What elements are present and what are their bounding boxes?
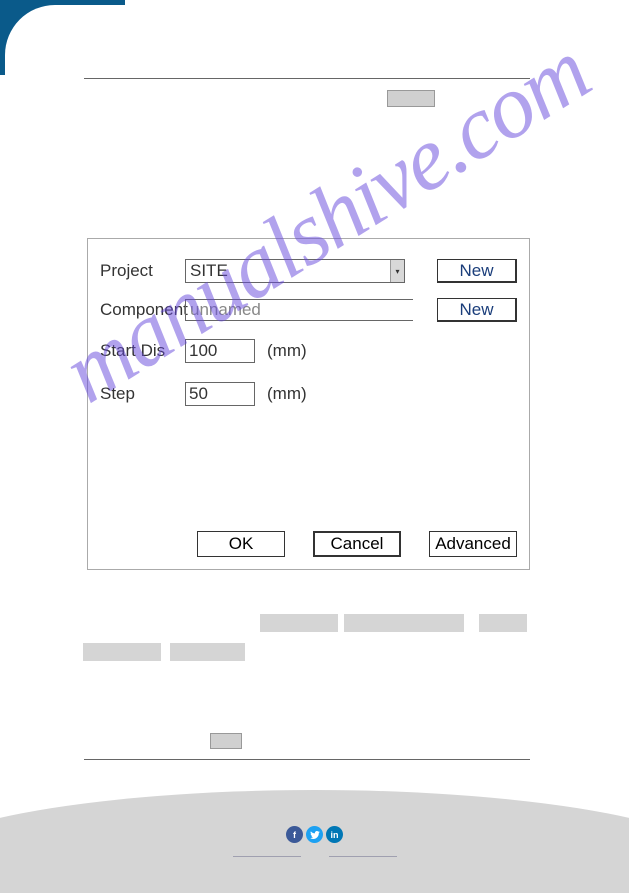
project-dropdown[interactable]: SITE ▾: [185, 259, 405, 283]
facebook-icon[interactable]: f: [286, 826, 303, 843]
chevron-down-icon[interactable]: ▾: [390, 260, 404, 282]
step-input[interactable]: 50: [185, 382, 255, 406]
advanced-button[interactable]: Advanced: [429, 531, 517, 557]
redacted-text: [83, 643, 161, 661]
cancel-button[interactable]: Cancel: [313, 531, 401, 557]
new-component-button[interactable]: New: [437, 298, 517, 322]
linkedin-icon[interactable]: in: [326, 826, 343, 843]
project-row: Project SITE ▾ New: [100, 259, 517, 283]
step-unit: (mm): [267, 384, 307, 404]
component-input[interactable]: unnamed: [185, 299, 413, 321]
inline-button-placeholder: [210, 733, 242, 749]
redacted-text: [260, 614, 338, 632]
redacted-text: [170, 643, 245, 661]
footer-link[interactable]: [233, 856, 301, 857]
redacted-text: [344, 614, 464, 632]
dialog-button-row: OK Cancel Advanced: [100, 531, 517, 557]
component-row: Component unnamed New: [100, 299, 517, 321]
startdis-row: Start Dis 100 (mm): [100, 339, 517, 363]
startdis-unit: (mm): [267, 341, 307, 361]
redacted-text: [479, 614, 527, 632]
toolbar-button-placeholder: [387, 90, 435, 107]
startdis-label: Start Dis: [100, 341, 185, 361]
divider-top: [84, 78, 530, 79]
new-project-button[interactable]: New: [437, 259, 517, 283]
startdis-input[interactable]: 100: [185, 339, 255, 363]
step-label: Step: [100, 384, 185, 404]
component-label: Component: [100, 300, 185, 320]
twitter-icon[interactable]: [306, 826, 323, 843]
divider-bottom: [84, 759, 530, 760]
startdis-value: 100: [189, 341, 217, 361]
ok-button[interactable]: OK: [197, 531, 285, 557]
settings-dialog: Project SITE ▾ New Component unnamed New…: [87, 238, 530, 570]
project-value: SITE: [190, 261, 228, 281]
social-links: f in: [0, 826, 629, 843]
footer-links: [0, 856, 629, 857]
step-row: Step 50 (mm): [100, 382, 517, 406]
footer-link[interactable]: [329, 856, 397, 857]
project-label: Project: [100, 261, 185, 281]
step-value: 50: [189, 384, 208, 404]
component-value: unnamed: [190, 300, 261, 320]
